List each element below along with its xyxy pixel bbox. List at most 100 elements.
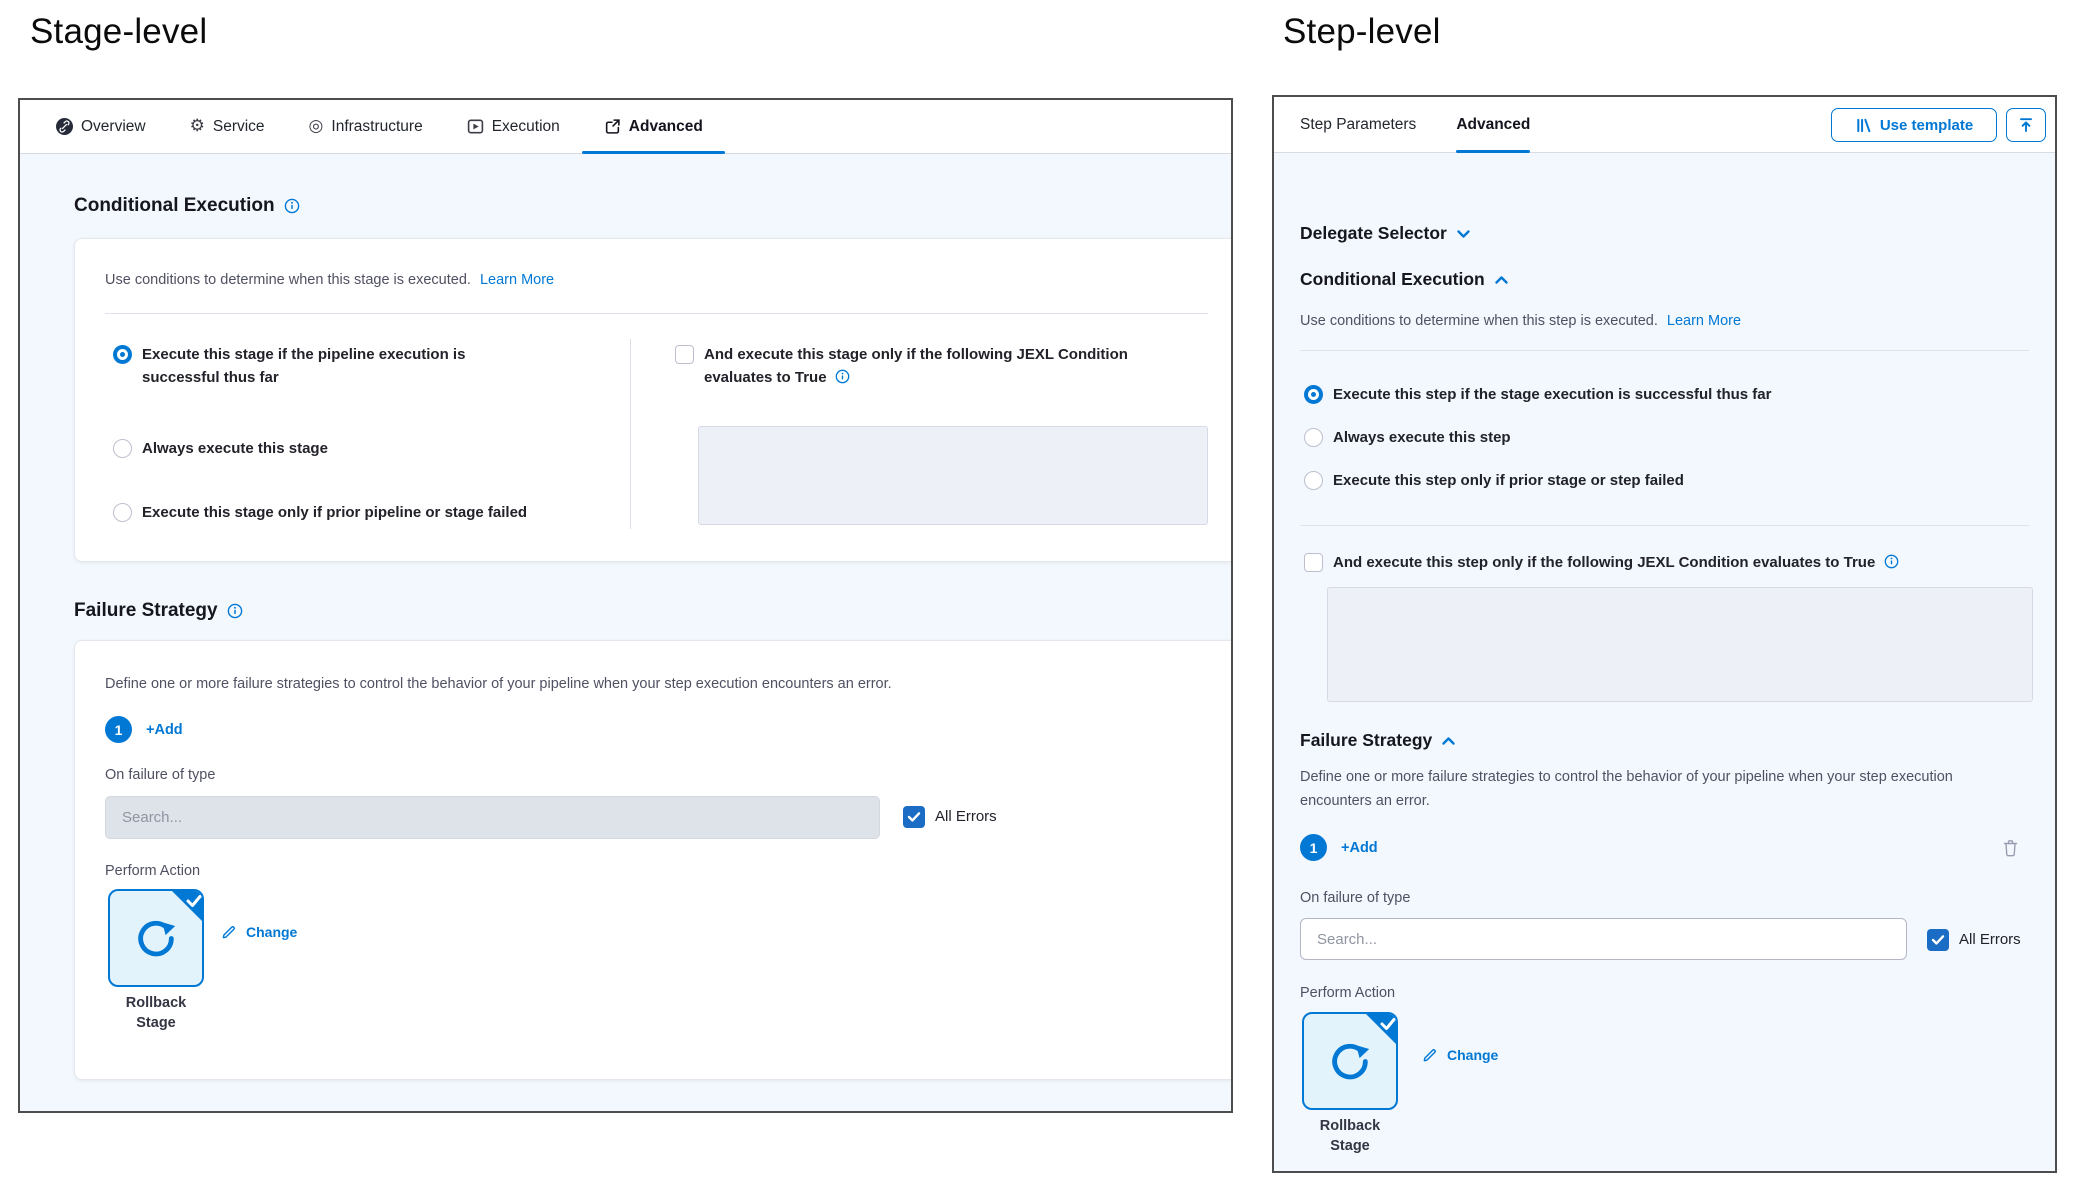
tab-step-parameters[interactable]: Step Parameters [1300, 97, 1416, 152]
learn-more-link[interactable]: Learn More [1667, 313, 1741, 329]
checkbox-checked-icon[interactable] [1927, 929, 1949, 951]
use-template-button[interactable]: Use template [1831, 108, 1997, 142]
all-errors-checkbox-row[interactable]: All Errors [903, 805, 997, 828]
tab-overview[interactable]: Overview [34, 100, 168, 153]
failure-type-search-input[interactable] [105, 796, 880, 839]
failure-type-search-input[interactable] [1300, 918, 1907, 960]
radio-option-3[interactable]: Execute this stage only if prior pipelin… [113, 501, 533, 524]
perform-action-label: Perform Action [1300, 985, 1395, 1001]
advanced-icon [604, 118, 621, 135]
add-strategy-button[interactable]: +Add [1341, 840, 1378, 856]
stage-advanced-panel: Overview ⚙ Service ◎ Infrastructure Exec… [18, 98, 1233, 1113]
strategy-list-row: 1 +Add [1300, 834, 1378, 861]
stage-advanced-content: Conditional Execution Use conditions to … [20, 154, 1231, 1111]
tab-label: Infrastructure [331, 118, 422, 136]
tab-label: Advanced [629, 118, 703, 136]
infrastructure-icon: ◎ [309, 118, 324, 135]
tab-label: Service [213, 118, 265, 136]
section-heading-text: Conditional Execution [74, 195, 275, 217]
pencil-icon [221, 923, 238, 940]
info-icon[interactable] [227, 603, 243, 619]
jexl-checkbox-label: And execute this stage only if the follo… [704, 343, 1146, 389]
all-errors-label: All Errors [1959, 928, 2021, 951]
step-tabbar: Step Parameters Advanced Use template [1274, 97, 2055, 153]
tab-execution[interactable]: Execution [445, 100, 582, 153]
checkbox-checked-icon[interactable] [903, 806, 925, 828]
radio-unselected-icon[interactable] [113, 503, 132, 522]
divider [1300, 525, 2029, 526]
radio-label: Always execute this step [1333, 426, 1511, 449]
rollback-stage-label: Rollback Stage [108, 993, 204, 1033]
change-action-row[interactable]: Change [221, 923, 297, 940]
radio-label: Execute this stage only if prior pipelin… [142, 501, 527, 524]
conditional-execution-description: Use conditions to determine when this st… [1300, 310, 1741, 332]
failure-strategy-description: Define one or more failure strategies to… [1300, 765, 2008, 813]
jexl-condition-checkbox-row[interactable]: And execute this step only if the follow… [1304, 551, 1899, 574]
radio-unselected-icon[interactable] [1304, 471, 1323, 490]
radio-unselected-icon[interactable] [1304, 428, 1323, 447]
tab-label: Advanced [1456, 116, 1530, 134]
conditional-execution-heading[interactable]: Conditional Execution [1300, 269, 1509, 290]
rollback-stage-tile[interactable] [1302, 1012, 1398, 1110]
section-heading-text: Failure Strategy [1300, 730, 1432, 751]
radio-label: Execute this stage if the pipeline execu… [142, 343, 487, 389]
change-action-row[interactable]: Change [1422, 1046, 1498, 1063]
radio-option-3[interactable]: Execute this step only if prior stage or… [1304, 469, 1684, 492]
stage-level-title: Stage-level [30, 12, 207, 52]
radio-label: Always execute this stage [142, 437, 328, 460]
step-level-title: Step-level [1283, 12, 1441, 52]
section-heading-text: Delegate Selector [1300, 223, 1447, 244]
tab-infrastructure[interactable]: ◎ Infrastructure [287, 100, 445, 153]
radio-option-1[interactable]: Execute this step if the stage execution… [1304, 383, 1771, 406]
template-library-icon [1855, 117, 1872, 134]
on-failure-label: On failure of type [1300, 890, 1410, 906]
section-heading-text: Failure Strategy [74, 600, 218, 622]
tab-service[interactable]: ⚙ Service [168, 100, 287, 153]
tab-advanced[interactable]: Advanced [1456, 97, 1530, 152]
add-strategy-button[interactable]: +Add [146, 722, 183, 738]
failure-strategy-heading[interactable]: Failure Strategy [1300, 730, 1456, 751]
chevron-up-icon[interactable] [1441, 735, 1456, 747]
strategy-list-row: 1 +Add [105, 716, 183, 743]
info-icon[interactable] [835, 369, 850, 384]
chevron-down-icon[interactable] [1456, 228, 1471, 240]
jexl-condition-input[interactable] [1327, 587, 2033, 702]
jexl-condition-checkbox-row[interactable]: And execute this stage only if the follo… [675, 343, 1155, 389]
strategy-count-badge[interactable]: 1 [105, 716, 132, 743]
radio-option-1[interactable]: Execute this stage if the pipeline execu… [113, 343, 503, 389]
jexl-checkbox-text: And execute this stage only if the follo… [704, 346, 1128, 386]
all-errors-checkbox-row[interactable]: All Errors [1927, 928, 2021, 951]
delete-strategy-icon[interactable] [2002, 839, 2019, 857]
tab-advanced[interactable]: Advanced [582, 100, 725, 153]
failure-strategy-description: Define one or more failure strategies to… [105, 673, 1105, 695]
all-errors-label: All Errors [935, 805, 997, 828]
section-heading-text: Conditional Execution [1300, 269, 1485, 290]
conditional-execution-heading: Conditional Execution [74, 195, 300, 217]
delegate-selector-heading[interactable]: Delegate Selector [1300, 223, 1471, 244]
radio-option-2[interactable]: Always execute this step [1304, 426, 1511, 449]
radio-selected-icon[interactable] [113, 345, 132, 364]
chevron-up-icon[interactable] [1494, 274, 1509, 286]
radio-label: Execute this step if the stage execution… [1333, 383, 1771, 406]
selected-check-icon [168, 889, 204, 930]
change-link[interactable]: Change [1447, 1047, 1498, 1063]
radio-selected-icon[interactable] [1304, 385, 1323, 404]
change-link[interactable]: Change [246, 924, 297, 940]
info-icon[interactable] [284, 198, 300, 214]
upload-button[interactable] [2006, 108, 2046, 142]
conditional-execution-card: Use conditions to determine when this st… [74, 238, 1233, 562]
description-text: Use conditions to determine when this st… [1300, 313, 1658, 329]
radio-option-2[interactable]: Always execute this stage [113, 437, 503, 460]
jexl-checkbox-text: And execute this step only if the follow… [1333, 554, 1875, 571]
execution-icon [467, 118, 484, 135]
radio-label: Execute this step only if prior stage or… [1333, 469, 1684, 492]
checkbox-unchecked-icon[interactable] [1304, 553, 1323, 572]
radio-unselected-icon[interactable] [113, 439, 132, 458]
strategy-count-badge[interactable]: 1 [1300, 834, 1327, 861]
learn-more-link[interactable]: Learn More [480, 272, 554, 288]
checkbox-unchecked-icon[interactable] [675, 345, 694, 364]
conditional-execution-description: Use conditions to determine when this st… [105, 269, 554, 291]
jexl-condition-input[interactable] [698, 426, 1208, 525]
rollback-stage-tile[interactable] [108, 889, 204, 987]
info-icon[interactable] [1884, 554, 1899, 569]
